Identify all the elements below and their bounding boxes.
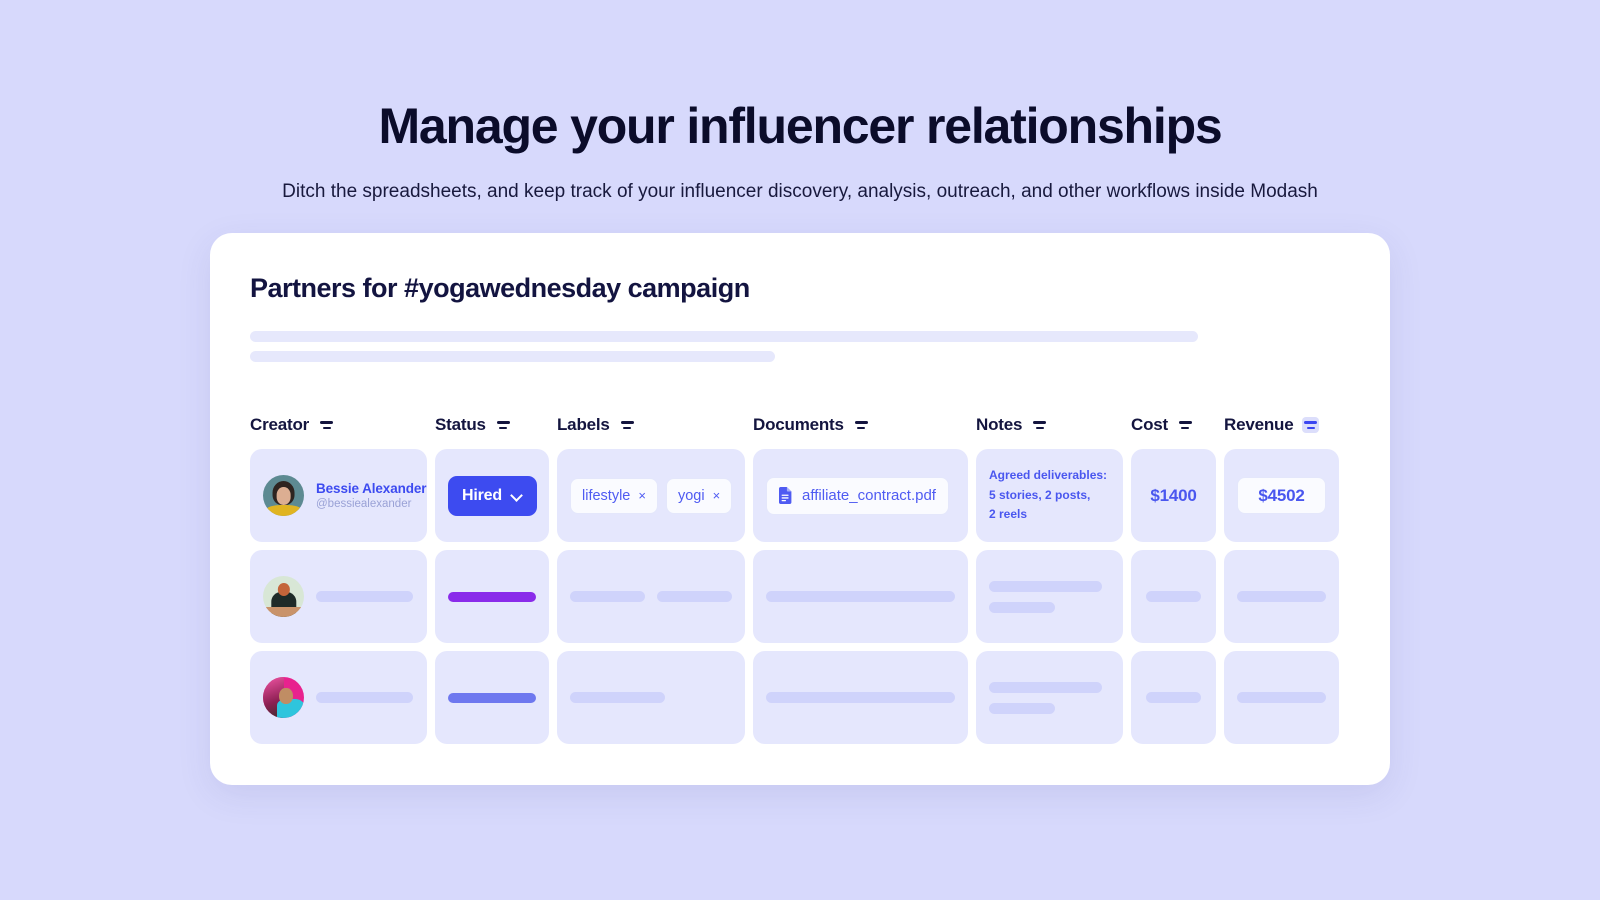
document-name: affiliate_contract.pdf bbox=[802, 487, 936, 504]
filter-icon[interactable] bbox=[1177, 417, 1194, 433]
cell-creator[interactable]: Bessie Alexander @bessiealexander bbox=[250, 449, 427, 542]
label-chip[interactable]: yogi × bbox=[665, 477, 733, 514]
hero-section: Manage your influencer relationships Dit… bbox=[0, 95, 1600, 205]
cell-documents: affiliate_contract.pdf bbox=[753, 449, 968, 542]
cell-status[interactable] bbox=[435, 550, 549, 643]
column-header-creator: Creator bbox=[250, 414, 427, 436]
cell-notes[interactable]: Agreed deliverables: 5 stories, 2 posts,… bbox=[976, 449, 1123, 542]
column-label: Notes bbox=[976, 415, 1023, 434]
column-header-revenue: Revenue bbox=[1224, 414, 1339, 436]
skeleton-bar bbox=[989, 580, 1102, 592]
filter-icon[interactable] bbox=[1031, 417, 1048, 433]
column-label: Revenue bbox=[1224, 415, 1294, 434]
column-label: Labels bbox=[557, 415, 610, 434]
cell-notes[interactable] bbox=[976, 550, 1123, 643]
avatar bbox=[263, 677, 304, 718]
skeleton-bar bbox=[1146, 692, 1201, 703]
page-root: Manage your influencer relationships Dit… bbox=[0, 0, 1600, 900]
filter-icon[interactable] bbox=[318, 417, 335, 433]
file-document-icon bbox=[779, 487, 792, 504]
partners-table: Creator Status Labels Documents Notes Co… bbox=[250, 414, 1350, 744]
revenue-input[interactable]: $4502 bbox=[1237, 477, 1326, 514]
column-label: Creator bbox=[250, 415, 310, 434]
cell-status: Hired bbox=[435, 449, 549, 542]
cell-revenue[interactable] bbox=[1224, 550, 1339, 643]
column-label: Documents bbox=[753, 415, 844, 434]
column-header-cost: Cost bbox=[1131, 414, 1216, 436]
cell-documents[interactable] bbox=[753, 550, 968, 643]
cell-revenue[interactable] bbox=[1224, 651, 1339, 744]
cell-creator[interactable] bbox=[250, 651, 427, 744]
avatar bbox=[263, 475, 304, 516]
skeleton-bar bbox=[1146, 591, 1201, 602]
status-label: Hired bbox=[462, 486, 502, 504]
cost-value: $1400 bbox=[1150, 485, 1197, 505]
skeleton-bar bbox=[989, 702, 1055, 714]
page-title: Manage your influencer relationships bbox=[378, 98, 1222, 154]
skeleton-bar bbox=[989, 681, 1102, 693]
skeleton-line bbox=[250, 331, 1198, 342]
column-label: Cost bbox=[1131, 415, 1168, 434]
skeleton-bar bbox=[1237, 692, 1326, 703]
skeleton-bar bbox=[316, 591, 413, 602]
cell-revenue: $4502 bbox=[1224, 449, 1339, 542]
column-header-status: Status bbox=[435, 414, 549, 436]
notes-text: Agreed deliverables: 5 stories, 2 posts,… bbox=[989, 468, 1108, 522]
status-dropdown-button[interactable]: Hired bbox=[448, 475, 537, 516]
skeleton-bar bbox=[1237, 591, 1326, 602]
skeleton-bar bbox=[316, 692, 413, 703]
status-bar bbox=[448, 591, 536, 602]
table-header-row: Creator Status Labels Documents Notes Co… bbox=[250, 414, 1350, 436]
cell-labels[interactable] bbox=[557, 550, 745, 643]
cell-labels[interactable] bbox=[557, 651, 745, 744]
cell-cost[interactable] bbox=[1131, 550, 1216, 643]
card-description-placeholder bbox=[250, 331, 1350, 362]
skeleton-bar bbox=[657, 591, 732, 602]
cell-cost[interactable]: $1400 bbox=[1131, 449, 1216, 542]
filter-icon[interactable] bbox=[853, 417, 870, 433]
skeleton-bar bbox=[570, 591, 645, 602]
close-icon[interactable]: × bbox=[638, 489, 646, 502]
skeleton-bar bbox=[989, 601, 1055, 613]
skeleton-bar bbox=[766, 591, 955, 602]
skeleton-bar bbox=[570, 692, 665, 703]
table-row: Bessie Alexander @bessiealexander Hired bbox=[250, 449, 1350, 542]
close-icon[interactable]: × bbox=[713, 489, 721, 502]
cell-labels: lifestyle × yogi × bbox=[557, 449, 745, 542]
creator-name: Bessie Alexander bbox=[316, 481, 427, 496]
column-header-notes: Notes bbox=[976, 414, 1123, 436]
table-row bbox=[250, 651, 1350, 744]
creator-profile: Bessie Alexander @bessiealexander bbox=[263, 475, 427, 516]
filter-icon[interactable] bbox=[619, 417, 636, 433]
column-label: Status bbox=[435, 415, 486, 434]
cell-documents[interactable] bbox=[753, 651, 968, 744]
label-chip-list: lifestyle × yogi × bbox=[570, 477, 733, 514]
skeleton-bar bbox=[766, 692, 955, 703]
label-chip-text: yogi bbox=[677, 487, 705, 504]
avatar bbox=[263, 576, 304, 617]
creator-handle: @bessiealexander bbox=[316, 498, 412, 510]
cell-creator[interactable] bbox=[250, 550, 427, 643]
label-chip[interactable]: lifestyle × bbox=[570, 477, 658, 514]
filter-icon[interactable] bbox=[1302, 417, 1320, 433]
page-subtitle: Ditch the spreadsheets, and keep track o… bbox=[282, 181, 1318, 202]
filter-icon[interactable] bbox=[495, 417, 512, 433]
card-title: Partners for #yogawednesday campaign bbox=[250, 273, 750, 303]
cell-status[interactable] bbox=[435, 651, 549, 744]
chevron-down-icon bbox=[512, 490, 523, 501]
column-header-labels: Labels bbox=[557, 414, 745, 436]
status-bar bbox=[448, 692, 536, 703]
skeleton-line bbox=[250, 351, 775, 362]
document-chip[interactable]: affiliate_contract.pdf bbox=[766, 476, 949, 515]
label-chip-text: lifestyle bbox=[582, 487, 631, 504]
campaign-card: Partners for #yogawednesday campaign Cre… bbox=[210, 233, 1390, 785]
cell-notes[interactable] bbox=[976, 651, 1123, 744]
table-row bbox=[250, 550, 1350, 643]
cell-cost[interactable] bbox=[1131, 651, 1216, 744]
column-header-documents: Documents bbox=[753, 414, 968, 436]
